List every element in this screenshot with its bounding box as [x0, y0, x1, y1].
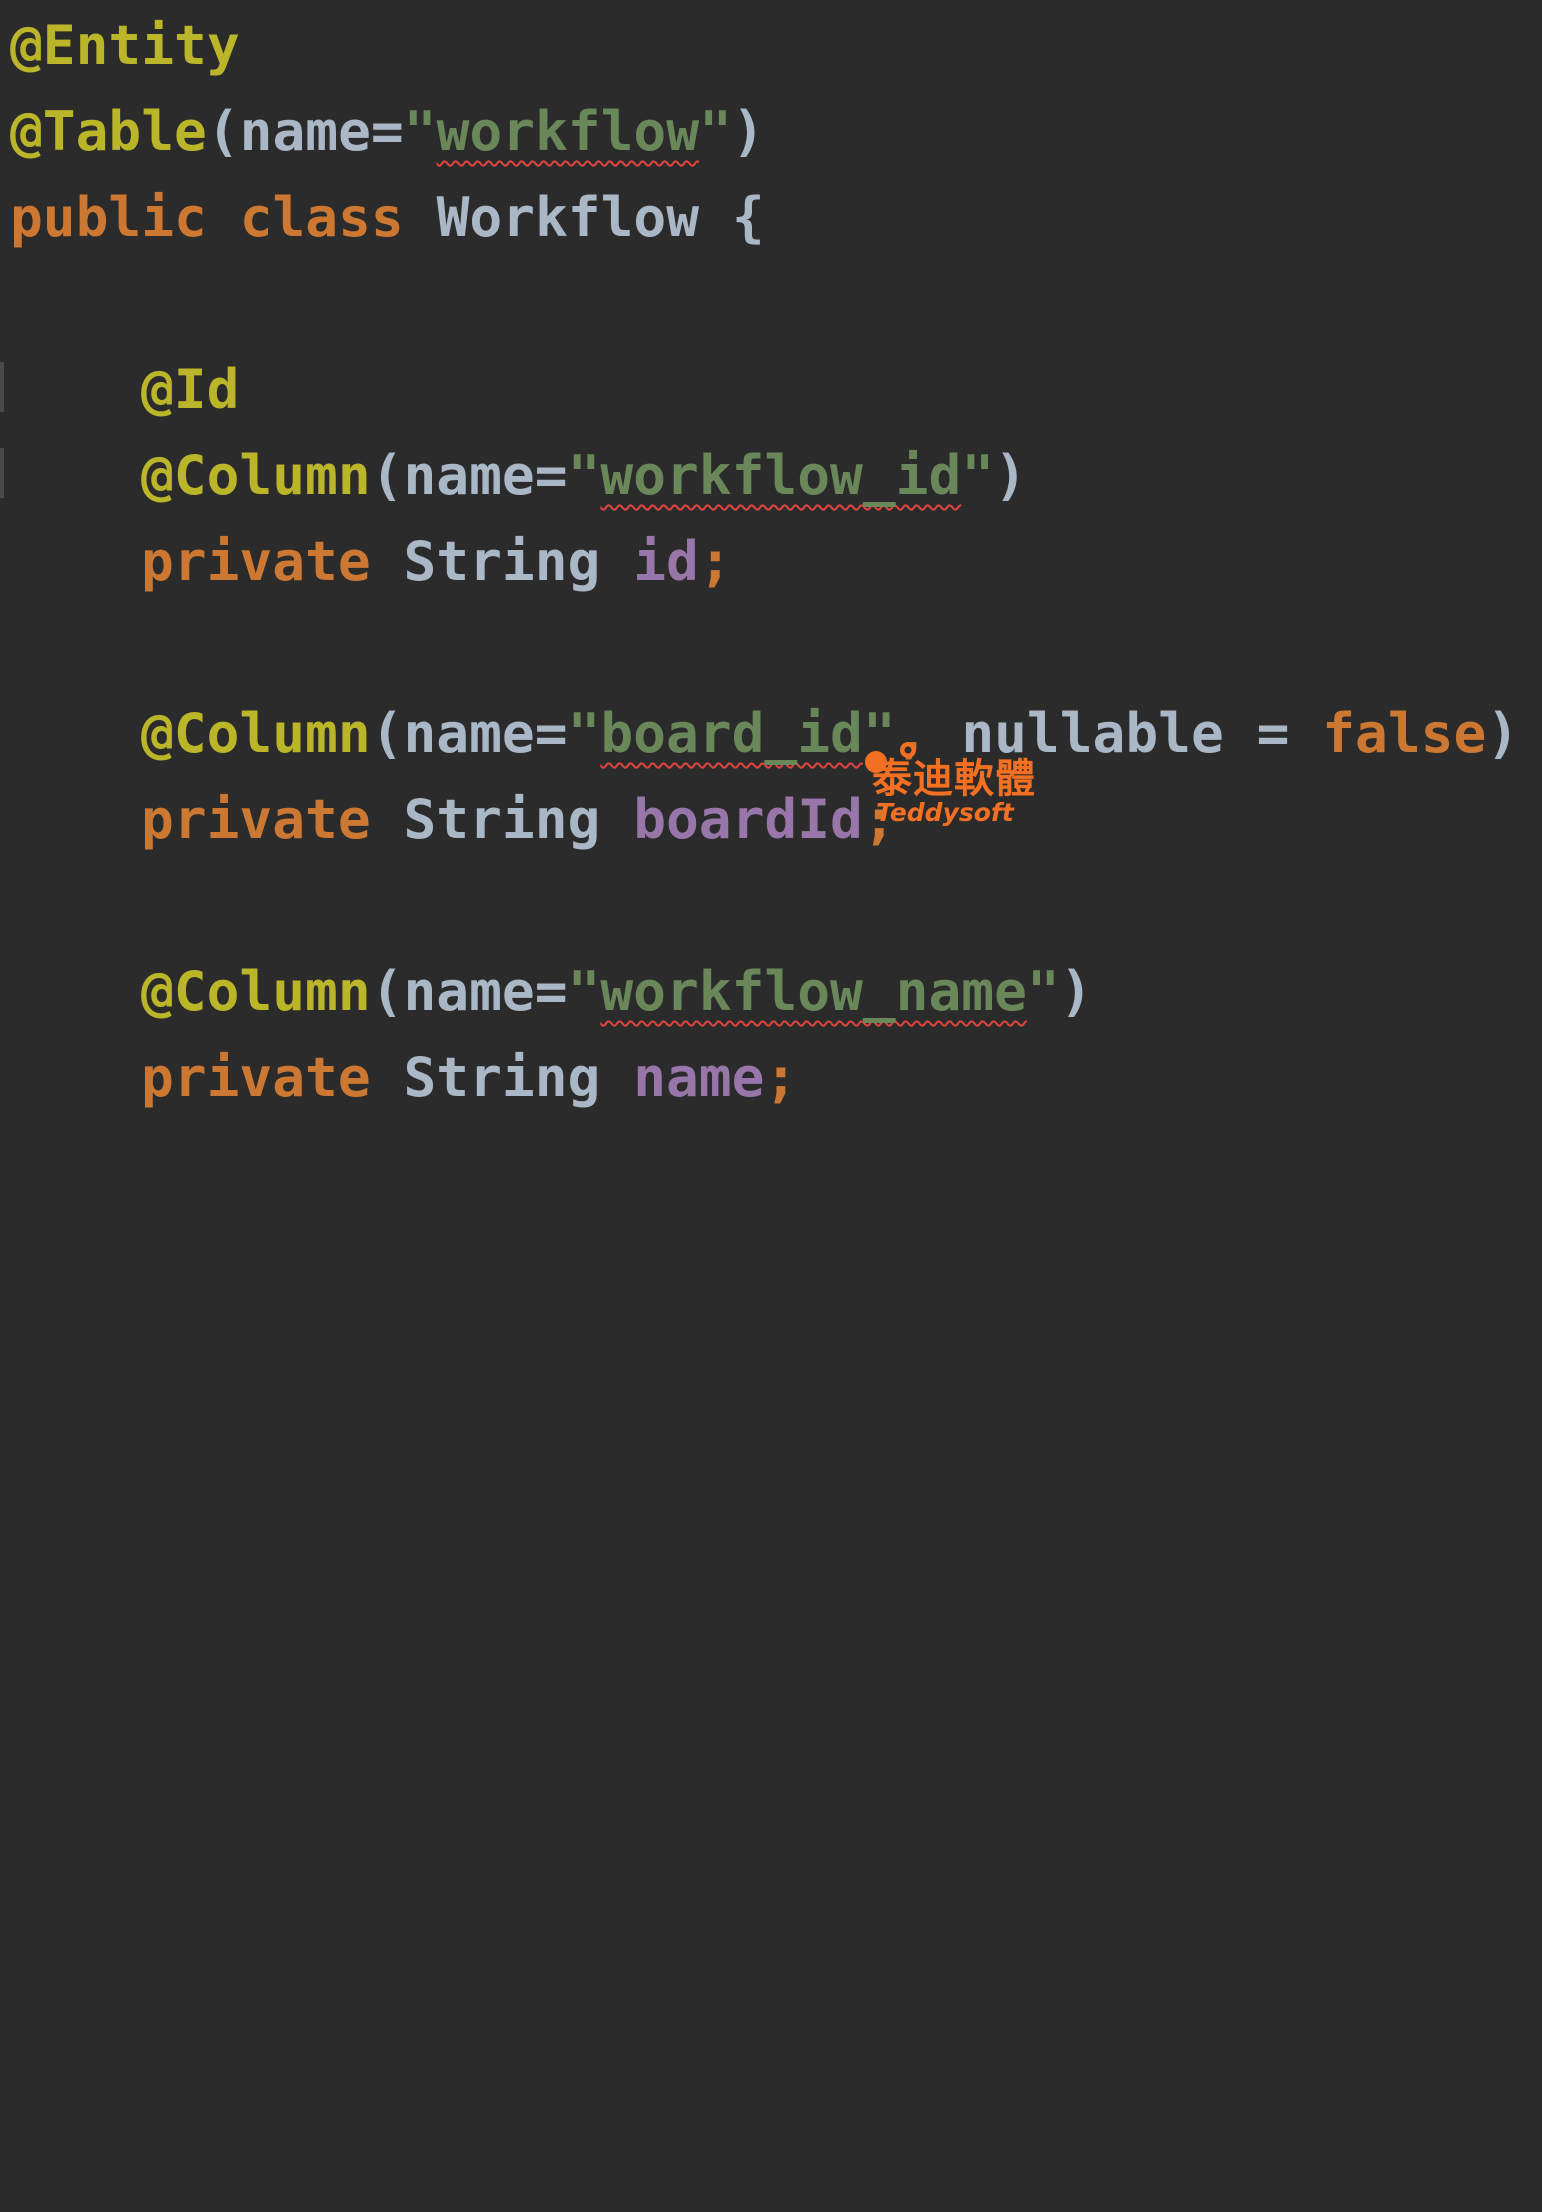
string-value-token: board_id: [600, 701, 863, 765]
code-line-10[interactable]: private String boardId;: [10, 776, 896, 862]
keyword-token: private: [141, 529, 371, 593]
code-line-7[interactable]: private String id;: [10, 518, 732, 604]
code-line-1[interactable]: @Entity: [10, 2, 240, 88]
quote-token: ": [567, 443, 601, 507]
gutter-marker: [0, 362, 4, 412]
field-token: name: [633, 1045, 765, 1109]
quote-token: ": [403, 99, 437, 163]
literal-token: false: [1322, 701, 1487, 765]
type-token: String: [403, 1045, 601, 1109]
keyword-token: public: [10, 185, 207, 249]
paren-open-token: (name=: [370, 959, 568, 1023]
code-line-3[interactable]: public class Workflow {: [10, 174, 765, 260]
paren-close-token: ): [1059, 959, 1093, 1023]
field-token: id: [633, 529, 699, 593]
code-line-13[interactable]: private String name;: [10, 1034, 797, 1120]
keyword-token: private: [141, 787, 371, 851]
code-line-9[interactable]: @Column(name="board_id", nullable = fals…: [10, 690, 1519, 776]
quote-token: ": [1026, 959, 1060, 1023]
code-line-6[interactable]: @Column(name="workflow_id"): [10, 432, 1027, 518]
string-value-token: workflow: [436, 99, 700, 163]
paren-close-token: ): [1486, 701, 1520, 765]
quote-token: ": [567, 701, 601, 765]
annotation-token: @Table: [10, 99, 207, 163]
keyword-token: private: [141, 1045, 371, 1109]
keyword-token: class: [239, 185, 404, 249]
quote-token: ": [699, 99, 732, 163]
quote-token: ": [567, 959, 601, 1023]
paren-open-token: (name=: [206, 99, 404, 163]
paren-close-token: ): [994, 443, 1027, 507]
code-line-2[interactable]: @Table(name="workflow"): [10, 88, 765, 174]
annotation-token: @Id: [141, 357, 240, 421]
annotation-token: @Column: [141, 443, 371, 507]
semicolon-token: ;: [698, 529, 732, 593]
annotation-token: @Column: [141, 701, 371, 765]
paren-close-token: ): [731, 99, 765, 163]
gutter-marker: [0, 448, 4, 498]
type-token: String: [403, 787, 601, 851]
brace-token: {: [731, 185, 765, 249]
type-token: String: [403, 529, 601, 593]
code-editor[interactable]: @Entity @Table(name="workflow") public c…: [0, 0, 1542, 1109]
watermark-brand-en: Teddysoft: [876, 798, 1014, 827]
paren-open-token: (name=: [370, 443, 568, 507]
annotation-token: @Entity: [10, 13, 240, 77]
class-name-token: Workflow: [436, 185, 700, 249]
watermark-brand-cn: 泰迪軟體: [872, 756, 1036, 802]
code-line-5[interactable]: @Id: [10, 346, 239, 432]
paren-open-token: (name=: [370, 701, 568, 765]
equals-token: =: [1256, 701, 1290, 765]
annotation-token: @Column: [141, 959, 371, 1023]
string-value-token: workflow_id: [600, 443, 962, 507]
field-token: boardId: [633, 787, 863, 851]
teddysoft-watermark: 泰迪軟體 Teddysoft: [858, 738, 1058, 838]
semicolon-token: ;: [764, 1045, 798, 1109]
quote-token: ": [961, 443, 995, 507]
